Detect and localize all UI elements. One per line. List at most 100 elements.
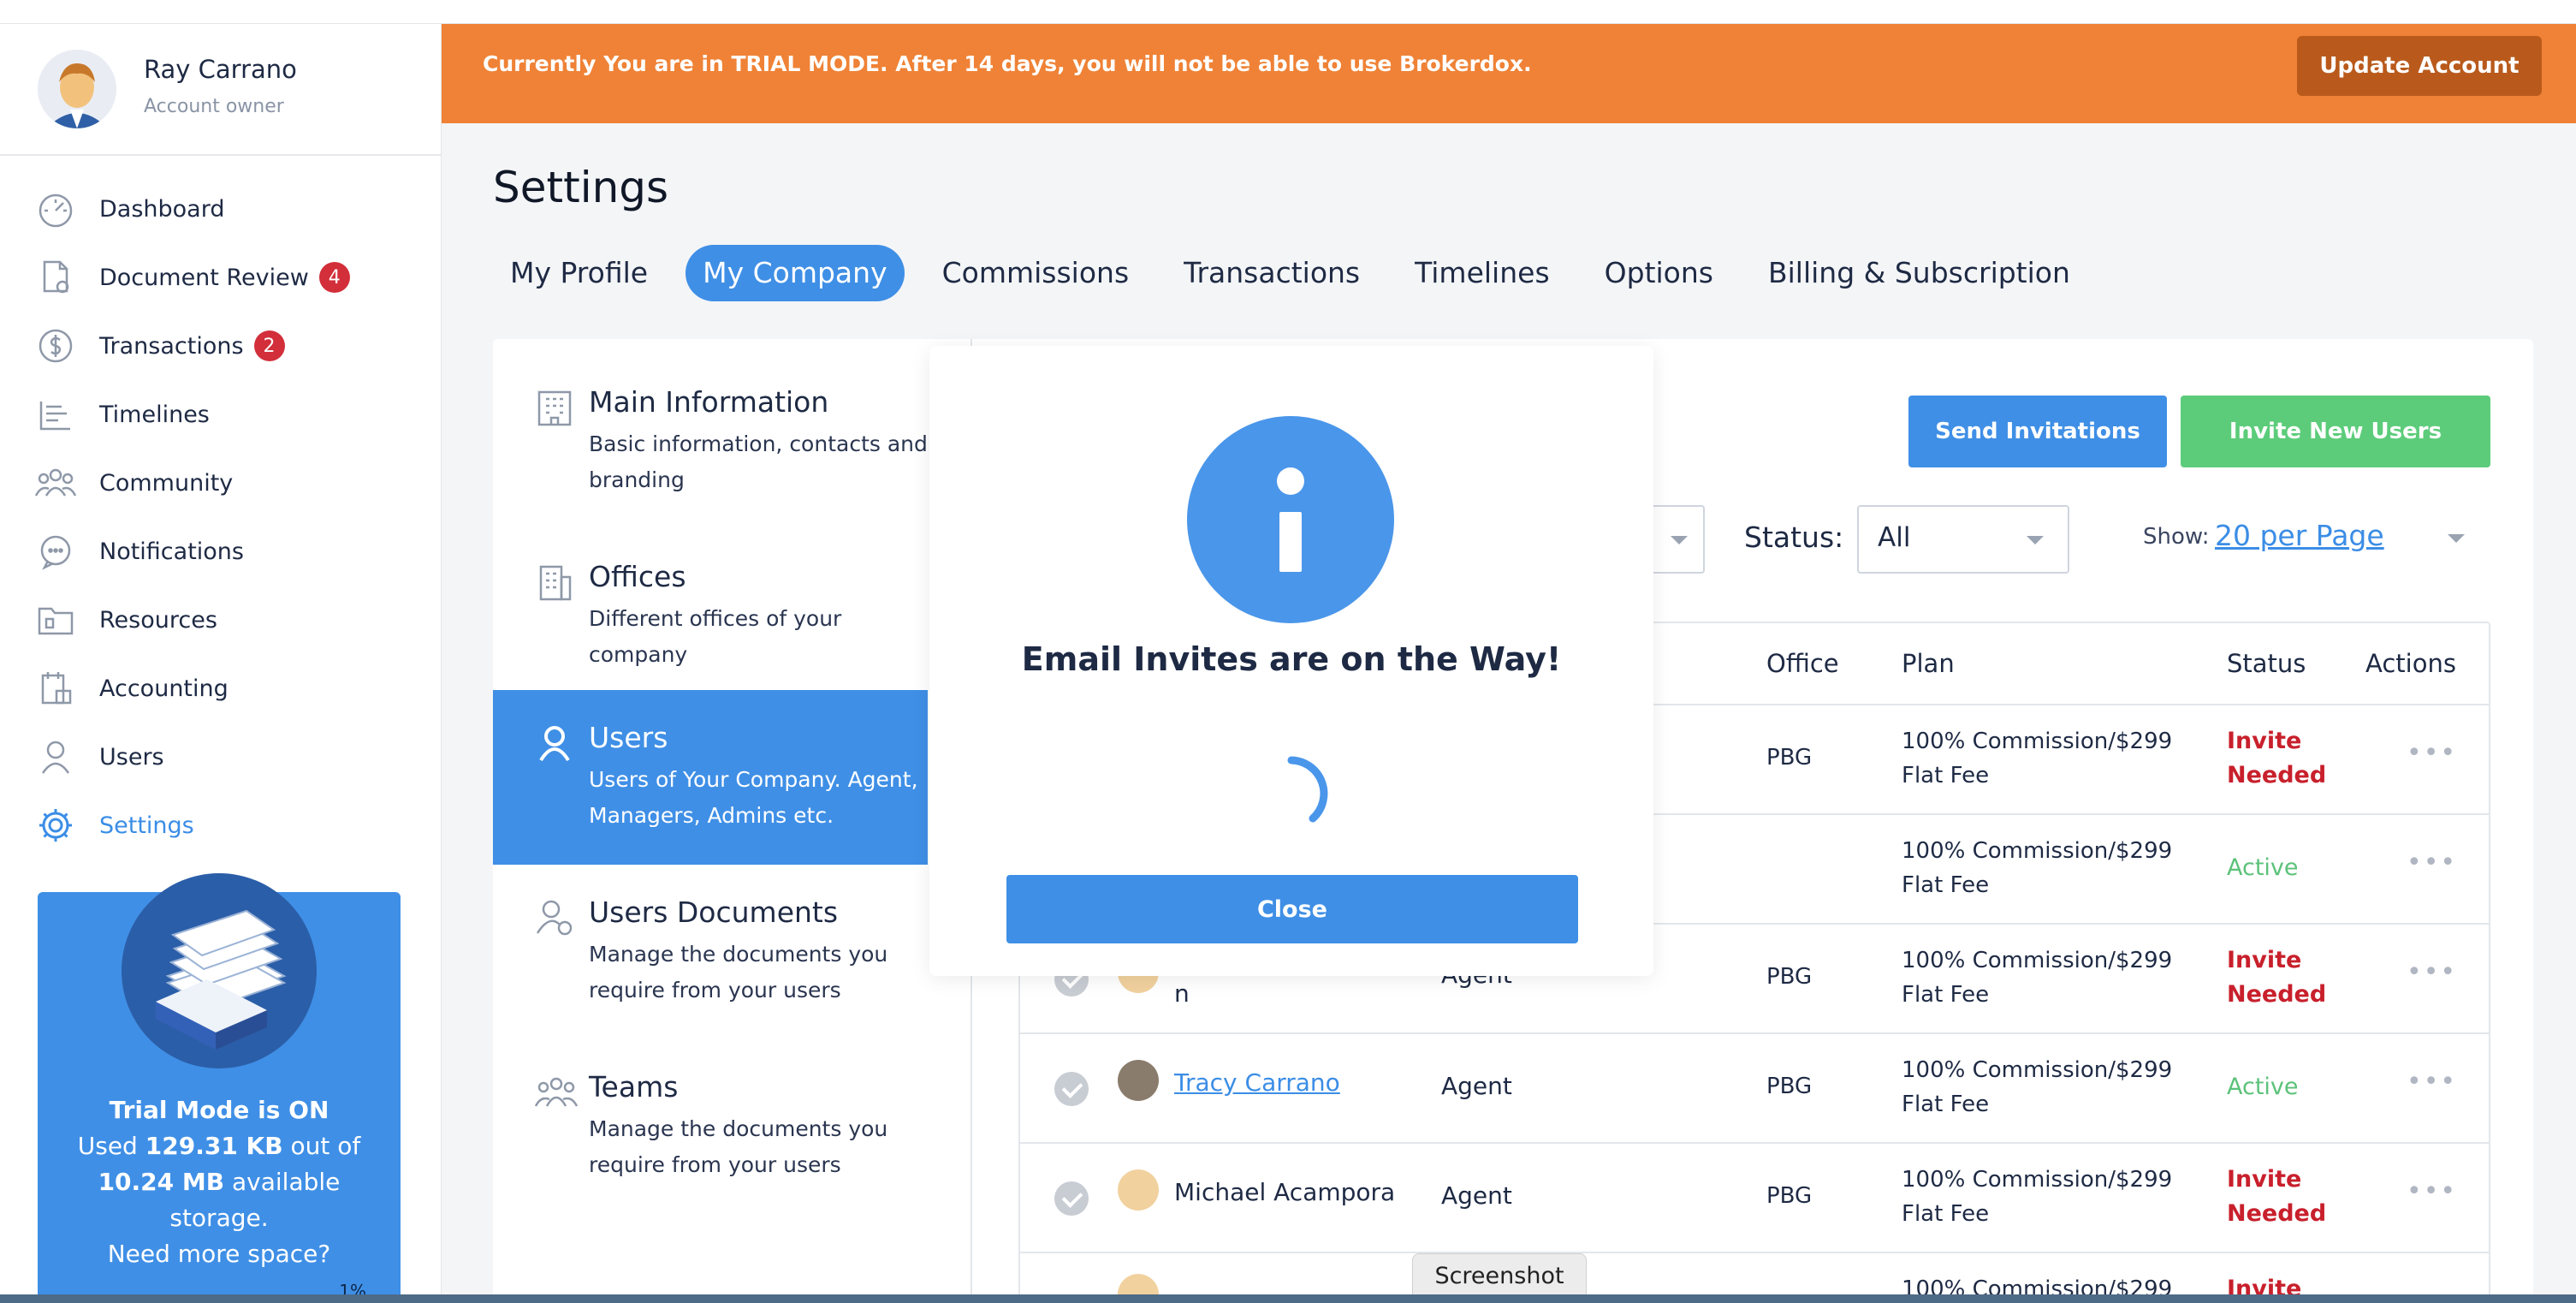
timelines-icon (34, 393, 77, 436)
avatar (1118, 1060, 1159, 1101)
submenu-users[interactable]: Users Users of Your Company. Agent, Mana… (493, 690, 928, 865)
tab-transactions[interactable]: Transactions (1166, 245, 1377, 301)
close-button[interactable]: Close (1006, 875, 1578, 943)
accounting-icon (34, 667, 77, 710)
user-document-icon (534, 897, 575, 938)
sidebar-item-notifications[interactable]: Notifications (0, 517, 442, 586)
chevron-down-icon (2027, 536, 2044, 544)
update-account-button[interactable]: Update Account (2297, 36, 2542, 96)
page-title: Settings (493, 163, 669, 212)
status-filter-value: All (1878, 522, 1911, 553)
more-actions-icon[interactable]: ••• (2407, 957, 2457, 987)
submenu-desc: Different offices of your company (589, 606, 842, 667)
submenu-offices[interactable]: Offices Different offices of your compan… (493, 529, 928, 704)
document-review-icon (34, 256, 77, 299)
sidebar-item-label: Timelines (99, 401, 210, 428)
row-plan: 100% Commission/$299 Flat Fee (1902, 1057, 2173, 1117)
chevron-down-icon (1671, 536, 1688, 544)
row-plan: 100% Commission/$299 Flat Fee (1902, 838, 2173, 898)
settings-icon (34, 804, 77, 847)
column-header-status: Status (2227, 649, 2306, 678)
bottom-dock-strip (0, 1294, 2576, 1303)
user-icon (534, 723, 575, 764)
row-plan: 100% Commission/$299 Flat Fee (1902, 1167, 2173, 1227)
submenu-teams[interactable]: Teams Manage the documents you require f… (493, 1039, 928, 1214)
trial-available: available (232, 1168, 341, 1196)
sidebar-item-settings[interactable]: Settings (0, 791, 442, 860)
row-status: Active (2227, 854, 2299, 881)
invite-new-users-button[interactable]: Invite New Users (2181, 396, 2490, 467)
more-actions-icon[interactable]: ••• (2407, 738, 2457, 768)
transactions-icon (34, 324, 77, 367)
trial-storage: storage. (169, 1204, 269, 1232)
tab-billing-subscription[interactable]: Billing & Subscription (1751, 245, 2087, 301)
chevron-down-icon[interactable] (2448, 534, 2465, 543)
row-user-name[interactable]: n (1174, 979, 1190, 1008)
screenshot-tooltip: Screenshot (1412, 1253, 1587, 1300)
trial-out-of: out of (290, 1132, 361, 1160)
notifications-icon (34, 530, 77, 573)
more-actions-icon[interactable]: ••• (2407, 1067, 2457, 1097)
modal-title: Email Invites are on the Way! (1021, 640, 1562, 678)
row-role: Agent (1441, 1072, 1512, 1100)
tab-my-profile[interactable]: My Profile (493, 245, 665, 301)
tab-timelines[interactable]: Timelines (1398, 245, 1567, 301)
submenu-desc: Manage the documents you require from yo… (589, 1116, 888, 1177)
submenu-users-documents[interactable]: Users Documents Manage the documents you… (493, 865, 928, 1039)
show-label: Show: (2143, 524, 2210, 550)
row-status: Invite Needed (2227, 728, 2327, 788)
company-submenu: Main Information Basic information, cont… (493, 339, 972, 1303)
user-profile[interactable]: Ray Carrano Account owner (0, 24, 441, 156)
sidebar-item-transactions[interactable]: Transactions 2 (0, 312, 442, 380)
sidebar-item-accounting[interactable]: Accounting (0, 654, 442, 723)
sidebar-item-label: Document Review (99, 264, 309, 291)
sidebar-item-document-review[interactable]: Document Review 4 (0, 243, 442, 312)
sidebar-item-dashboard[interactable]: Dashboard (0, 175, 442, 243)
count-badge: 2 (253, 330, 285, 361)
row-user-name[interactable]: Tracy Carrano (1174, 1068, 1340, 1097)
browser-top-strip (0, 0, 2576, 24)
sidebar-item-timelines[interactable]: Timelines (0, 380, 442, 449)
per-page-select[interactable]: 20 per Page (2215, 519, 2384, 552)
verified-check-icon (1054, 1181, 1089, 1216)
user-name: Ray Carrano (144, 55, 297, 84)
sidebar-item-users[interactable]: Users (0, 723, 442, 791)
status-filter-label: Status: (1744, 521, 1844, 554)
status-filter-select[interactable]: All (1857, 505, 2069, 574)
row-office: PBG (1766, 1074, 1813, 1099)
tab-commissions[interactable]: Commissions (925, 245, 1147, 301)
sidebar: Ray Carrano Account owner Dashboard Docu… (0, 24, 442, 1303)
submenu-title: Teams (589, 1070, 679, 1104)
avatar (1118, 1169, 1159, 1211)
sidebar-item-label: Transactions (99, 332, 244, 360)
trial-title: Trial Mode is ON (109, 1096, 329, 1124)
sidebar-item-label: Notifications (99, 538, 244, 565)
table-row[interactable]: Michael Acampora Agent PBG 100% Commissi… (1020, 1142, 2489, 1252)
row-role: Agent (1441, 1181, 1512, 1210)
row-user-name[interactable]: Michael Acampora (1174, 1178, 1395, 1206)
row-status: Active (2227, 1074, 2299, 1100)
submenu-title: Users (589, 721, 668, 754)
tab-my-company[interactable]: My Company (686, 245, 905, 301)
send-invitations-button[interactable]: Send Invitations (1908, 396, 2167, 467)
more-actions-icon[interactable]: ••• (2407, 1176, 2457, 1206)
trial-total: 10.24 MB (98, 1168, 225, 1196)
sidebar-item-label: Users (99, 743, 164, 770)
sidebar-item-resources[interactable]: Resources (0, 586, 442, 654)
more-actions-icon[interactable]: ••• (2407, 848, 2457, 878)
row-plan: 100% Commission/$299 Flat Fee (1902, 948, 2173, 1008)
table-row[interactable]: Tracy Carrano Agent PBG 100% Commission/… (1020, 1032, 2489, 1142)
column-header-plan: Plan (1902, 649, 1955, 678)
documents-stack-icon (122, 873, 317, 1068)
row-office: PBG (1766, 745, 1813, 770)
submenu-main-information[interactable]: Main Information Basic information, cont… (493, 354, 928, 529)
tab-options[interactable]: Options (1588, 245, 1730, 301)
need-more-space-link[interactable]: Need more space? (38, 1236, 401, 1272)
sidebar-nav: Dashboard Document Review 4 Transactions… (0, 175, 442, 860)
email-invites-modal: Email Invites are on the Way! Close (929, 346, 1653, 976)
trial-storage-card: Trial Mode is ON Used 129.31 KB out of 1… (38, 873, 401, 1303)
sidebar-item-community[interactable]: Community (0, 449, 442, 517)
resources-icon (34, 598, 77, 641)
offices-icon (534, 562, 575, 603)
row-plan: 100% Commission/$299 Flat Fee (1902, 729, 2173, 788)
